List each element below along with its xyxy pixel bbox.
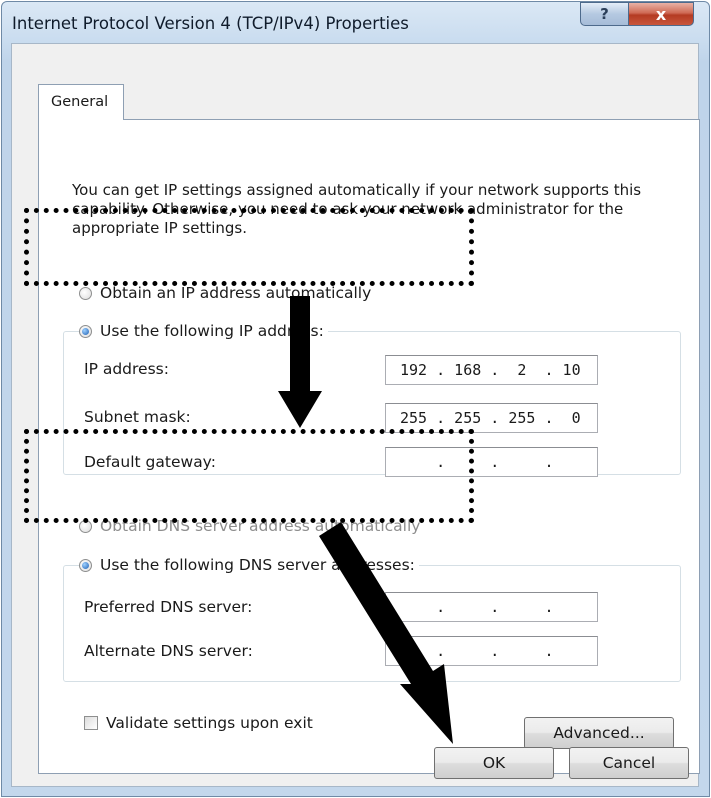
advanced-button[interactable]: Advanced...	[524, 717, 674, 749]
ip-address-label: IP address:	[84, 360, 169, 378]
close-button[interactable]: x	[628, 2, 694, 26]
preferred-dns-input[interactable]: . . .	[385, 592, 598, 622]
window-title: Internet Protocol Version 4 (TCP/IPv4) P…	[12, 14, 409, 33]
obtain-dns-auto-label: Obtain DNS server address automatically	[100, 517, 421, 535]
alternate-dns-label: Alternate DNS server:	[84, 642, 253, 660]
close-icon: x	[655, 4, 667, 24]
general-panel: You can get IP settings assigned automat…	[38, 119, 700, 774]
preferred-dns-label: Preferred DNS server:	[84, 598, 253, 616]
dialog-client-area: General You can get IP settings assigned…	[11, 43, 700, 787]
use-following-dns-radio[interactable]: Use the following DNS server addresses:	[79, 556, 419, 574]
tab-general[interactable]: General	[38, 84, 124, 120]
use-following-ip-radio[interactable]: Use the following IP address:	[79, 322, 328, 340]
title-bar: Internet Protocol Version 4 (TCP/IPv4) P…	[2, 2, 709, 44]
validate-settings-checkbox[interactable]: Validate settings upon exit	[84, 714, 313, 732]
default-gateway-input[interactable]: . . .	[385, 447, 598, 477]
alternate-dns-input[interactable]: . . .	[385, 636, 598, 666]
use-following-ip-label: Use the following IP address:	[100, 322, 324, 340]
subnet-mask-label: Subnet mask:	[84, 408, 191, 426]
help-icon: ?	[600, 5, 609, 23]
tab-general-label: General	[51, 94, 109, 110]
subnet-mask-input[interactable]: 255 . 255 . 255 . 0	[385, 403, 598, 433]
obtain-dns-auto-radio[interactable]: Obtain DNS server address automatically	[79, 517, 420, 535]
help-button[interactable]: ?	[580, 2, 628, 26]
cancel-button[interactable]: Cancel	[569, 747, 689, 779]
ip-address-input[interactable]: 192 . 168 . 2 . 10	[385, 355, 598, 385]
obtain-ip-auto-label: Obtain an IP address automatically	[100, 284, 372, 302]
checkbox-icon	[84, 716, 98, 730]
validate-settings-label: Validate settings upon exit	[106, 714, 313, 732]
radio-icon	[79, 519, 92, 533]
radio-checked-icon	[79, 558, 92, 572]
description-text: You can get IP settings assigned automat…	[72, 181, 642, 237]
ok-button[interactable]: OK	[434, 747, 554, 779]
radio-icon	[79, 286, 92, 300]
dialog-window: Internet Protocol Version 4 (TCP/IPv4) P…	[1, 1, 710, 797]
default-gateway-label: Default gateway:	[84, 453, 216, 471]
radio-checked-icon	[79, 324, 92, 338]
obtain-ip-auto-radio[interactable]: Obtain an IP address automatically	[79, 284, 371, 302]
use-following-dns-label: Use the following DNS server addresses:	[100, 556, 415, 574]
